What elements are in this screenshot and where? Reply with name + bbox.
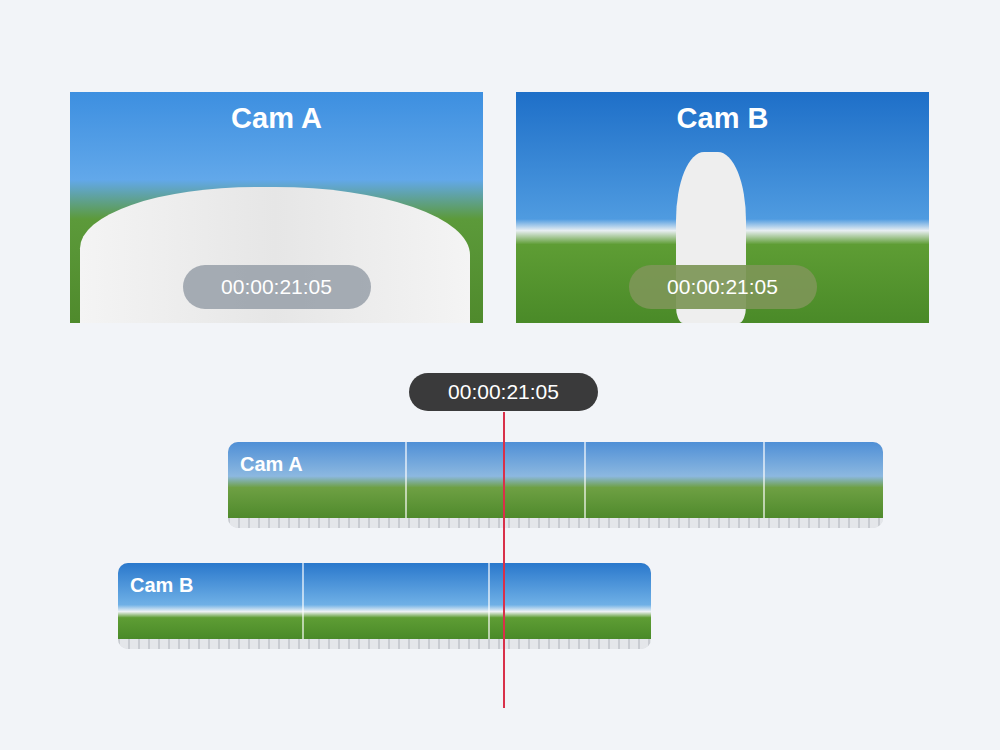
timeline: 00:00:21:05 Cam A Cam B <box>0 373 1000 708</box>
multicam-sync-view: Cam A 00:00:21:05 Cam B 00:00:21:05 00:0… <box>0 0 1000 750</box>
track-label: Cam A <box>240 453 303 475</box>
track-frames: Cam B <box>118 563 651 639</box>
video-track[interactable]: Cam B <box>118 563 651 649</box>
camera-preview[interactable]: Cam B 00:00:21:05 <box>516 92 929 323</box>
preview-row: Cam A 00:00:21:05 Cam B 00:00:21:05 <box>0 92 1000 323</box>
audio-strip <box>118 639 651 649</box>
camera-label: Cam A <box>231 100 322 136</box>
track-label: Cam B <box>130 574 193 596</box>
audio-strip <box>228 518 883 528</box>
playhead-timecode: 00:00:21:05 <box>409 373 598 411</box>
preview-timecode: 00:00:21:05 <box>629 265 817 309</box>
video-track[interactable]: Cam A <box>228 442 883 528</box>
playhead-line[interactable] <box>503 412 505 708</box>
preview-timecode: 00:00:21:05 <box>183 265 371 309</box>
track-list: Cam A Cam B <box>0 411 1000 649</box>
camera-preview[interactable]: Cam A 00:00:21:05 <box>70 92 483 323</box>
track-frames: Cam A <box>228 442 883 518</box>
camera-label: Cam B <box>677 100 769 136</box>
